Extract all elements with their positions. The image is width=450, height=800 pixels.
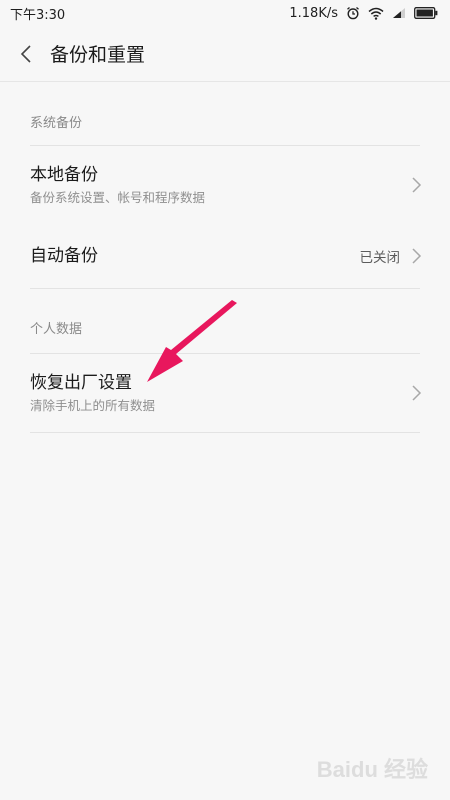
chevron-right-icon [410,247,422,265]
battery-icon [414,7,438,19]
factory-reset-subtitle: 清除手机上的所有数据 [30,398,156,413]
auto-backup-status: 已关闭 [359,250,401,266]
network-speed: 1.18K/s [289,5,338,21]
local-backup-item[interactable]: 本地备份 备份系统设置、帐号和程序数据 [0,146,450,224]
title-bar: 备份和重置 [0,26,450,82]
divider [30,288,420,289]
divider [30,432,420,433]
chevron-right-icon [410,384,422,402]
status-right: 1.18K/s [289,6,438,21]
chevron-left-icon [20,44,31,63]
watermark-logo: Baidu 经验 [316,757,428,782]
status-time: 下午3:30 [10,7,66,23]
wifi-icon [368,7,384,20]
screen: 下午3:30 1.18K/s 备份和重置 系统备份 本地备份 备份系统设置、帐号… [0,0,450,800]
chevron-right-icon [410,176,422,194]
annotation-arrow-icon [147,300,237,382]
auto-backup-item[interactable]: 自动备份 已关闭 [0,224,450,288]
back-button[interactable] [20,39,42,69]
status-bar: 下午3:30 1.18K/s [0,0,450,26]
local-backup-title: 本地备份 [30,165,98,185]
page-title: 备份和重置 [50,44,146,66]
alarm-icon [346,6,360,20]
signal-icon [392,7,406,19]
section-label-system-backup: 系统备份 [30,116,83,131]
auto-backup-title: 自动备份 [30,246,98,266]
local-backup-subtitle: 备份系统设置、帐号和程序数据 [30,190,206,205]
